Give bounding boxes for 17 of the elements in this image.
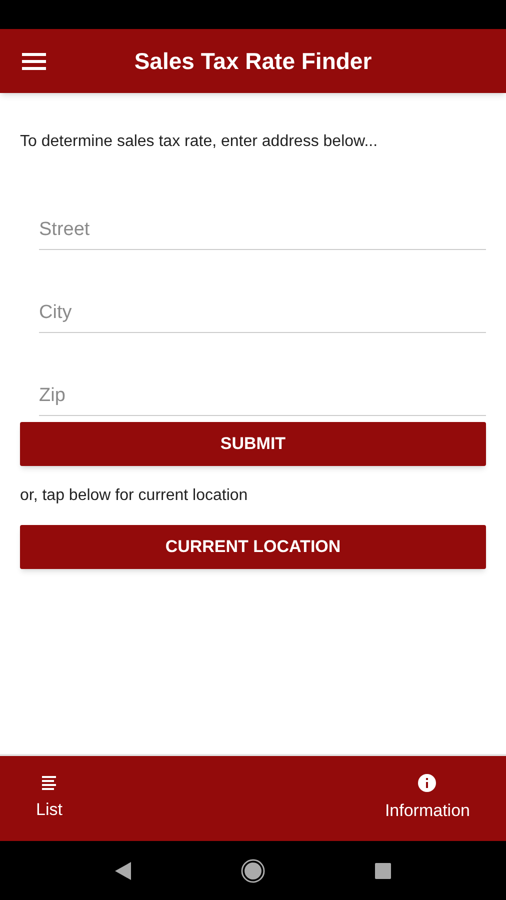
back-icon[interactable]	[115, 862, 131, 880]
intro-text: To determine sales tax rate, enter address below...	[20, 132, 379, 152]
recents-icon[interactable]	[375, 862, 391, 878]
menu-button[interactable]	[22, 51, 48, 71]
menu-icon	[22, 52, 46, 70]
home-icon[interactable]	[241, 858, 265, 882]
submit-button[interactable]: SUBMIT	[20, 422, 486, 466]
app-title: Sales Tax Rate Finder	[134, 46, 372, 76]
text-field[interactable]: Zip	[39, 357, 486, 416]
nav-tab[interactable]: List	[28, 756, 70, 841]
location-hint: or, tap below for current location	[20, 486, 249, 506]
nav-tab[interactable]: Information	[376, 756, 478, 841]
info-icon	[418, 774, 436, 792]
text-field[interactable]: Street	[39, 191, 486, 250]
current-location-button[interactable]: CURRENT LOCATION	[20, 525, 486, 569]
list-icon	[41, 774, 58, 791]
text-field[interactable]: City	[39, 274, 486, 333]
